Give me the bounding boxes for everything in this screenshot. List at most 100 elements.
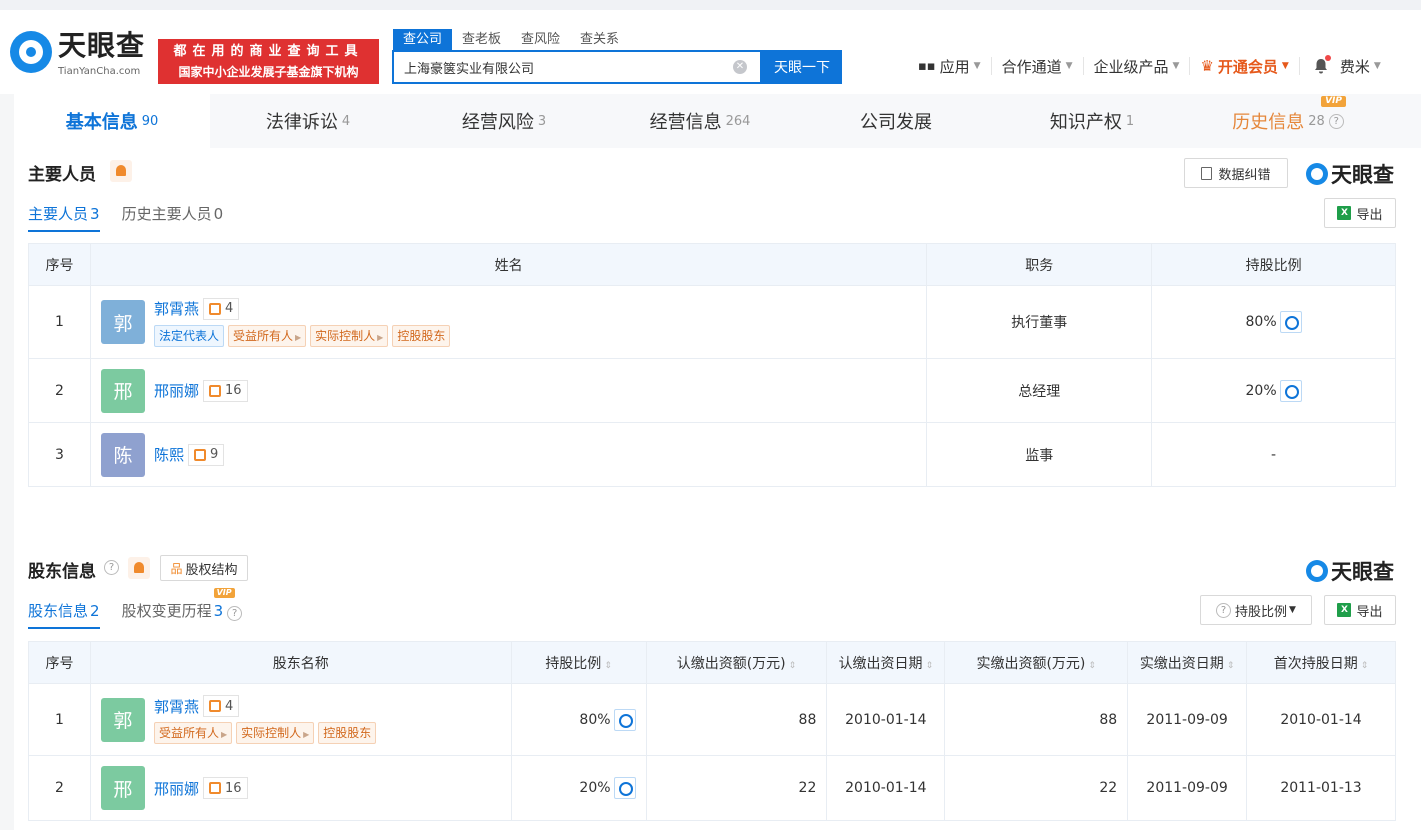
sort-icon: ⇕ (1088, 660, 1096, 671)
nav-partner[interactable]: 合作通道 ▼ (992, 57, 1084, 76)
search-button[interactable]: 天眼一下 (762, 50, 842, 84)
subtab-history-personnel[interactable]: 历史主要人员 0 (122, 203, 224, 232)
table-row: 1 郭 郭霄燕 4 法定代表人 受益所有人 ▶ 实际控制人 ▶ 控股股东 执行董… (28, 285, 1396, 359)
tab-label: 知识产权 (1049, 112, 1122, 133)
help-icon[interactable]: ? (227, 606, 243, 621)
grid-icon: ▪▪ (918, 58, 936, 74)
caret-down-icon: ▼ (1172, 61, 1180, 71)
nav-apps[interactable]: ▪▪ 应用 ▼ (908, 57, 992, 76)
subscribe-bell-icon[interactable] (110, 160, 132, 182)
shareholder-name-link[interactable]: 郭霄燕 (154, 696, 199, 717)
relations-badge[interactable]: 4 (202, 695, 240, 717)
slogan-banner[interactable]: 都在用的商业查询工具 国家中小企业发展子基金旗下机构 (158, 39, 379, 84)
avatar: 郭 (100, 697, 145, 742)
ratio-filter-dropdown[interactable]: ? 持股比例 ▼ (1200, 595, 1312, 625)
tag-controlling-shareholder[interactable]: 控股股东 (318, 722, 377, 744)
search-tab-relation[interactable]: 查关系 (570, 29, 629, 50)
pie-chart-icon[interactable] (613, 777, 636, 799)
tab-legal[interactable]: 法律诉讼 4 (210, 94, 406, 148)
tag-controller[interactable]: 实际控制人 ▶ (310, 324, 389, 347)
caret-down-icon: ▼ (1373, 61, 1381, 71)
tab-label: 法律诉讼 (265, 112, 338, 133)
search-tab-company[interactable]: 查公司 (393, 29, 453, 50)
notification-dot (1324, 55, 1331, 61)
pie-chart-icon[interactable] (613, 708, 636, 731)
ratio-filter-label: 持股比例 (1235, 604, 1288, 620)
search-input[interactable] (394, 52, 714, 82)
tab-count: 90 (141, 113, 159, 129)
nav-notifications[interactable] (1300, 55, 1338, 75)
clear-icon[interactable]: ✕ (733, 60, 747, 74)
person-name-link[interactable]: 郭霄燕 (154, 298, 199, 319)
ratio-value: 20% (579, 780, 611, 796)
shareholder-name-link[interactable]: 邢丽娜 (154, 778, 199, 799)
tag-arrow-icon: ▶ (220, 730, 228, 739)
equity-structure-button[interactable]: 品 股权结构 (160, 555, 248, 581)
tag-label: 实际控制人 (315, 328, 376, 343)
person-name-link[interactable]: 邢丽娜 (154, 380, 199, 401)
data-correction-button[interactable]: 数据纠错 (1184, 158, 1288, 188)
col-ratio: 持股比例 (1151, 243, 1396, 286)
tag-label: 受益所有人 (232, 328, 293, 343)
search-tab-risk[interactable]: 查风险 (511, 29, 570, 50)
col-sub-date[interactable]: 认缴出资日期 ⇕ (826, 641, 946, 684)
tab-risk[interactable]: 经营风险 3 (406, 94, 602, 148)
help-icon[interactable]: ? (1328, 113, 1344, 129)
search-tab-boss[interactable]: 查老板 (452, 29, 511, 50)
pie-chart-icon[interactable] (1279, 311, 1302, 333)
subtab-count: 2 (90, 602, 100, 620)
pie-chart-icon[interactable] (1279, 379, 1302, 402)
col-label: 实缴出资日期 (1139, 655, 1224, 672)
paid-amount: 22 (944, 755, 1129, 821)
vip-badge: VIP (213, 588, 235, 598)
relations-badge[interactable]: 4 (202, 297, 240, 320)
search-type-tabs: 查公司 查老板 查风险 查关系 (393, 29, 629, 50)
export-button[interactable]: X 导出 (1324, 595, 1396, 625)
sort-icon: ⇕ (604, 660, 612, 671)
tag-beneficiary[interactable]: 受益所有人 ▶ (227, 324, 307, 347)
tab-label: 公司发展 (860, 112, 932, 133)
person-name-link[interactable]: 陈熙 (154, 444, 184, 465)
subtab-equity-history[interactable]: VIP 股权变更历程 3? (122, 588, 243, 629)
relations-badge[interactable]: 16 (202, 379, 248, 402)
subtab-main-personnel[interactable]: 主要人员 3 (28, 203, 100, 232)
export-button[interactable]: X 导出 (1324, 198, 1396, 228)
nav-vip[interactable]: ♛ 开通会员 ▼ (1190, 57, 1300, 76)
bell-icon (1314, 55, 1331, 74)
tab-business[interactable]: 经营信息 264 (602, 94, 798, 148)
subtab-shareholders[interactable]: 股东信息 2 (28, 600, 100, 629)
col-ratio[interactable]: 持股比例 ⇕ (510, 641, 647, 684)
subtab-label: 历史主要人员 (121, 205, 212, 223)
tab-development[interactable]: 公司发展 (798, 94, 994, 148)
relations-badge[interactable]: 9 (187, 443, 225, 466)
col-first-date[interactable]: 首次持股日期 ⇕ (1246, 641, 1396, 684)
relations-count: 9 (209, 447, 219, 462)
tab-history[interactable]: VIP 历史信息 28 ? (1190, 94, 1386, 148)
nav-enterprise[interactable]: 企业级产品 ▼ (1084, 57, 1191, 76)
tag-controlling-shareholder[interactable]: 控股股东 (392, 324, 451, 347)
col-paid[interactable]: 实缴出资额(万元) ⇕ (944, 641, 1129, 684)
tag-legal-rep[interactable]: 法定代表人 (153, 324, 224, 347)
row-no: 1 (28, 285, 91, 359)
col-paid-date[interactable]: 实缴出资日期 ⇕ (1127, 641, 1248, 684)
tag-beneficiary[interactable]: 受益所有人 ▶ (153, 722, 233, 744)
brand-text: 天眼查 (1331, 163, 1394, 187)
subscribe-bell-icon[interactable] (128, 557, 150, 579)
relations-badge[interactable]: 16 (202, 777, 248, 799)
relations-count: 16 (224, 383, 242, 398)
brand-watermark: 天眼查 (1306, 159, 1394, 189)
tab-basic-info[interactable]: 基本信息 90 (14, 94, 210, 148)
tianyancha-logo[interactable]: 天眼查 TianYanCha.com (10, 29, 150, 85)
caret-down-icon: ▼ (1065, 61, 1073, 71)
tag-controller[interactable]: 实际控制人 ▶ (236, 722, 315, 744)
col-name: 姓名 (89, 243, 928, 286)
subtab-label: 股东信息 (28, 602, 89, 620)
caret-down-icon: ▼ (973, 61, 981, 71)
first-holding-date: 2011-01-13 (1246, 755, 1396, 821)
col-subscribed[interactable]: 认缴出资额(万元) ⇕ (645, 641, 828, 684)
nav-user[interactable]: 费米 ▼ (1338, 57, 1391, 76)
nav-apps-label: 应用 (939, 57, 970, 76)
tab-ip[interactable]: 知识产权 1 (994, 94, 1190, 148)
help-icon[interactable]: ? (104, 560, 119, 575)
top-header: 天眼查 TianYanCha.com 都在用的商业查询工具 国家中小企业发展子基… (0, 0, 1421, 94)
